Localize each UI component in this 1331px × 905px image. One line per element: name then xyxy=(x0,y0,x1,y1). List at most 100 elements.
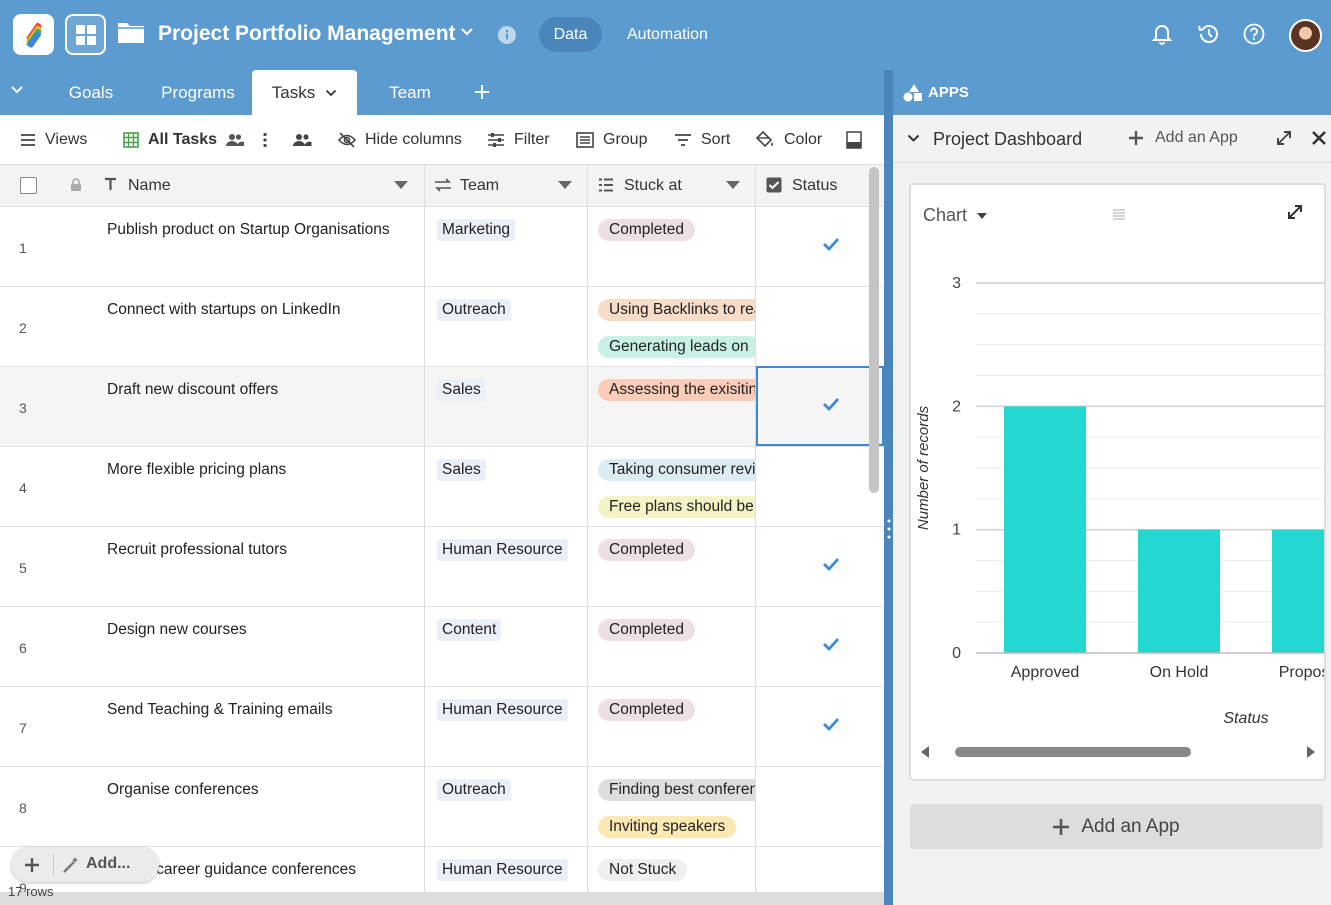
chevron-down-icon[interactable] xyxy=(10,85,24,95)
group-button[interactable]: Group xyxy=(576,115,647,165)
stuck-at-pill: Not Stuck xyxy=(598,859,688,881)
team-link-chip[interactable]: Sales xyxy=(437,459,486,481)
automation-button[interactable]: Automation xyxy=(627,26,708,44)
task-name-cell[interactable]: Recruit professional tutors xyxy=(107,541,287,559)
views-button[interactable]: Views xyxy=(20,115,87,165)
table-row[interactable]: 5 Recruit professional tutors Human Resour… xyxy=(0,527,884,607)
share-view-icon[interactable] xyxy=(292,115,312,165)
name-column-header[interactable]: Name xyxy=(0,165,424,207)
info-icon[interactable] xyxy=(497,25,517,45)
horizontal-scrollbar[interactable] xyxy=(919,742,1317,762)
shared-users-icon xyxy=(226,133,245,147)
status-column-header[interactable]: Status xyxy=(756,165,884,207)
table-row[interactable]: 4 More flexible pricing plans Sales Taking … xyxy=(0,447,884,527)
row-height-icon[interactable] xyxy=(846,115,862,165)
x-tick-label: On Hold xyxy=(1150,664,1209,681)
data-button[interactable]: Data xyxy=(539,17,602,52)
all-tasks-view-button[interactable]: All Tasks xyxy=(123,115,245,165)
bottom-add-an-app-label: Add an App xyxy=(1081,815,1180,837)
stuck-at-cell[interactable]: Completed xyxy=(598,527,755,607)
bell-icon[interactable] xyxy=(1152,23,1172,45)
team-link-chip[interactable]: Human Resource xyxy=(437,539,568,561)
team-link-chip[interactable]: Sales xyxy=(437,379,486,401)
task-name-cell[interactable]: Draft new discount offers xyxy=(107,381,278,399)
check-icon[interactable] xyxy=(822,237,840,251)
app-logo-icon[interactable] xyxy=(13,14,54,55)
tab-tasks[interactable]: Tasks xyxy=(252,70,357,115)
stuck-at-cell[interactable]: Taking consumer reviews Free plans should… xyxy=(598,447,755,527)
top-bar: Project Portfolio Management Data Automa… xyxy=(0,0,1331,70)
grid-view-icon xyxy=(123,132,139,148)
table-row[interactable]: 3 Draft new discount offers Sales Assessing… xyxy=(0,367,884,447)
column-divider xyxy=(755,165,756,905)
stuck-at-pill: Taking consumer reviews xyxy=(598,459,755,481)
team-link-chip[interactable]: Human Resource xyxy=(437,699,568,721)
table-row[interactable]: 6 Design new courses Content Completed xyxy=(0,607,884,687)
x-tick-label: Proposed xyxy=(1279,664,1324,681)
table-row[interactable]: 1 Publish product on Startup Organisation… xyxy=(0,207,884,287)
tab-team[interactable]: Team xyxy=(376,70,444,115)
check-icon[interactable] xyxy=(822,717,840,731)
task-name-cell[interactable]: Send Teaching & Training emails xyxy=(107,701,332,719)
team-link-chip[interactable]: Human Resource xyxy=(437,859,568,881)
filter-label: Filter xyxy=(514,131,550,148)
vertical-scrollbar[interactable] xyxy=(869,167,879,493)
check-icon[interactable] xyxy=(822,637,840,651)
team-link-chip[interactable]: Outreach xyxy=(437,779,511,801)
caret-down-icon[interactable] xyxy=(726,181,740,189)
chevron-down-icon[interactable] xyxy=(907,134,920,143)
table-row[interactable]: 7 Send Teaching & Training emails Human Re… xyxy=(0,687,884,767)
team-link-chip[interactable]: Marketing xyxy=(437,219,516,241)
bottom-add-an-app-button[interactable]: Add an App xyxy=(910,804,1323,849)
history-icon[interactable] xyxy=(1197,22,1221,46)
dashboard-bar: Project Dashboard Add an App xyxy=(893,115,1331,163)
tab-programs[interactable]: Programs xyxy=(148,70,248,115)
selected-cell[interactable] xyxy=(756,366,884,446)
filter-button[interactable]: Filter xyxy=(487,115,550,165)
user-avatar[interactable] xyxy=(1289,19,1322,52)
chevron-down-icon[interactable] xyxy=(325,89,337,97)
table-row[interactable]: 8 Organise conferences Outreach Finding bes… xyxy=(0,767,884,847)
sort-button[interactable]: Sort xyxy=(674,115,730,165)
close-icon[interactable] xyxy=(1311,130,1327,146)
help-icon[interactable] xyxy=(1243,23,1265,45)
stuck-at-cell[interactable]: Completed xyxy=(598,687,755,767)
panel-splitter[interactable] xyxy=(884,70,893,905)
stuck-at-cell[interactable]: Assessing the exisiting xyxy=(598,367,755,447)
table-row[interactable]: 2 Connect with startups on LinkedIn Outrea… xyxy=(0,287,884,367)
expand-icon[interactable] xyxy=(1276,130,1292,146)
tab-goals[interactable]: Goals xyxy=(54,70,128,115)
apps-grid-icon[interactable] xyxy=(65,14,106,55)
column-divider xyxy=(424,165,425,905)
stuck-at-pill: Assessing the exisiting xyxy=(598,379,755,401)
select-all-checkbox[interactable] xyxy=(20,177,37,194)
hide-columns-label: Hide columns xyxy=(365,131,462,148)
add-tab-icon[interactable] xyxy=(474,84,490,100)
stuck-at-cell[interactable]: Completed xyxy=(598,207,755,287)
hide-columns-button[interactable]: Hide columns xyxy=(338,115,462,165)
stuck-at-cell[interactable]: Finding best conferences Inviting speaker… xyxy=(598,767,755,847)
dashboard-title[interactable]: Project Dashboard xyxy=(933,129,1082,150)
chevron-down-icon[interactable] xyxy=(460,27,474,37)
stuck-at-cell[interactable]: Completed xyxy=(598,607,755,687)
stuck-at-cell[interactable]: Using Backlinks to reach Generating leads… xyxy=(598,287,755,367)
task-name-cell[interactable]: Connect with startups on LinkedIn xyxy=(107,301,341,319)
apps-title: APPS xyxy=(928,84,969,101)
caret-down-icon[interactable] xyxy=(558,181,572,189)
app-title[interactable]: Project Portfolio Management xyxy=(158,22,456,46)
caret-down-icon[interactable] xyxy=(394,181,408,189)
check-icon[interactable] xyxy=(822,557,840,571)
task-name-cell[interactable]: Publish product on Startup Organisations xyxy=(107,221,390,239)
stuck-at-column-header[interactable]: Stuck at xyxy=(588,165,755,207)
team-link-chip[interactable]: Content xyxy=(437,619,502,641)
task-name-cell[interactable]: More flexible pricing plans xyxy=(107,461,286,479)
color-button[interactable]: Color xyxy=(755,115,822,165)
task-name-cell[interactable]: Organise conferences xyxy=(107,781,259,799)
team-link-chip[interactable]: Outreach xyxy=(437,299,511,321)
add-an-app-button[interactable]: Add an App xyxy=(1129,129,1238,147)
add-record-button[interactable]: Add... xyxy=(11,847,159,882)
more-options-icon[interactable] xyxy=(262,115,268,165)
menu-icon xyxy=(20,133,36,147)
team-column-header[interactable]: Team xyxy=(425,165,587,207)
task-name-cell[interactable]: Design new courses xyxy=(107,621,247,639)
